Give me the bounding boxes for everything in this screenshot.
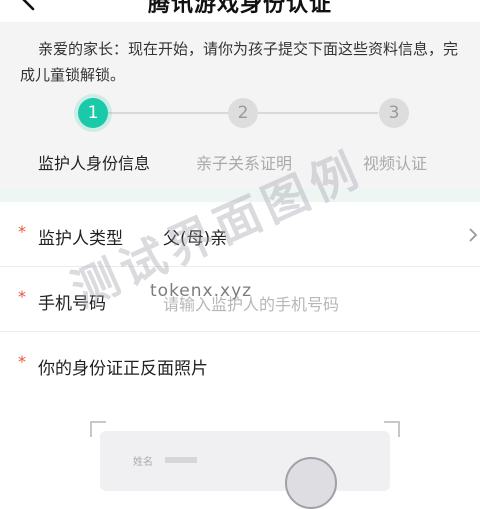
notice-text: 亲爱的家长：现在开始，请你为孩子提交下面这些资料信息，完成儿童锁解锁。 [20,40,459,84]
required-mark: * [18,222,26,241]
id-card-illustration: 姓名 [100,431,390,509]
progress-steps: 1 2 3 监护人身份信息 亲子关系证明 视频认证 [0,92,480,188]
step-1-circle: 1 [78,98,108,128]
avatar-icon [285,457,337,509]
card-name-label: 姓名 [133,457,153,468]
id-photo-label: 你的身份证正反面照片 [38,359,208,379]
step-1-label: 监护人身份信息 [37,154,151,173]
step-2-circle: 2 [228,98,258,128]
required-mark: * [18,352,26,371]
step-3-label: 视频认证 [362,154,428,173]
required-mark: * [18,287,26,306]
step-connector [108,112,228,114]
card-name-bar [165,457,197,463]
id-photo-row: * 你的身份证正反面照片 [0,332,480,396]
header: 腾讯游戏身份认证 [0,0,480,22]
step-connector [258,112,378,114]
chevron-right-icon[interactable] [466,227,480,243]
notice-banner: 亲爱的家长：现在开始，请你为孩子提交下面这些资料信息，完成儿童锁解锁。 [0,22,480,92]
id-card-upload[interactable]: 姓名 [0,395,480,509]
step-3-circle: 3 [379,98,409,128]
page-title: 腾讯游戏身份认证 [147,0,332,17]
